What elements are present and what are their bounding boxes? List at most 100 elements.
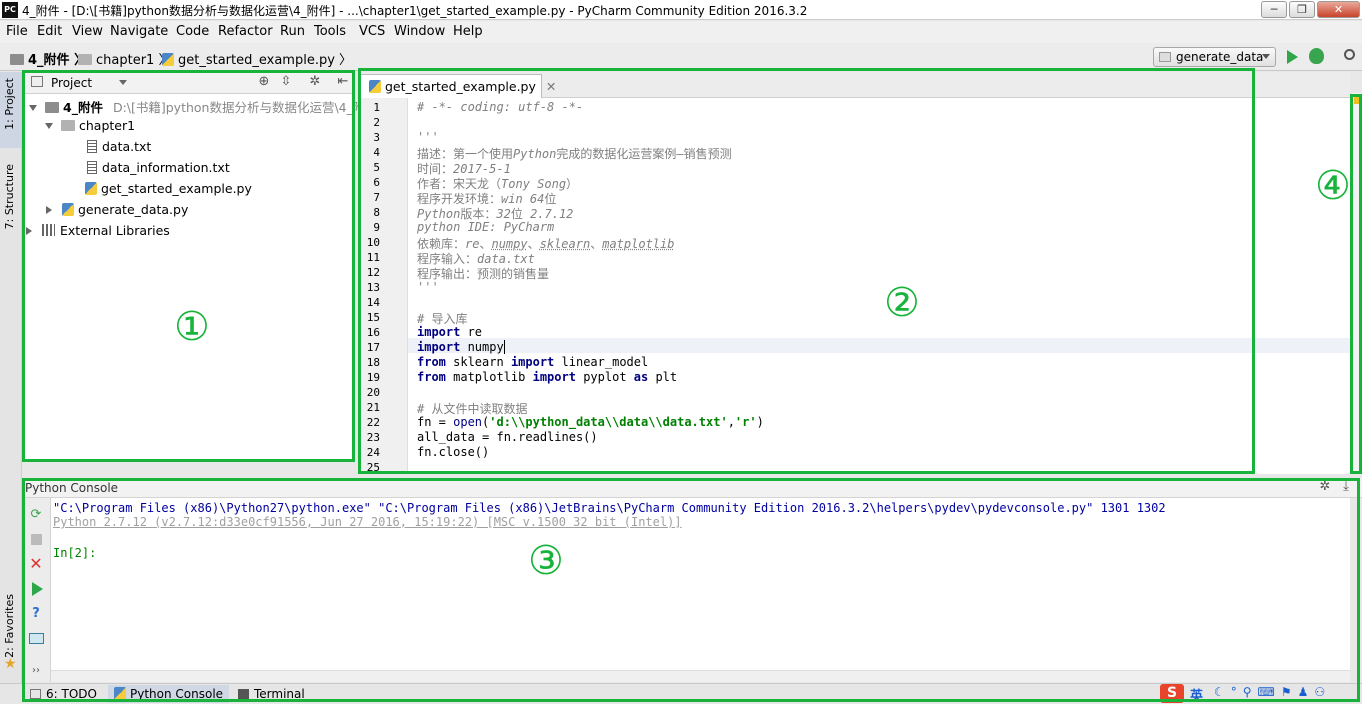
star-icon: ★ — [4, 656, 17, 672]
expand-icon[interactable] — [45, 123, 53, 129]
tree-item-generate-data[interactable]: generate_data.py — [46, 202, 188, 217]
status-bar: 6: TODO Python Console Terminal S 英 ☾°⚲⌨… — [0, 683, 1362, 704]
console-toolbar: ⟳ ✕ ? ›› — [23, 498, 51, 682]
menu-tools[interactable]: Tools — [314, 24, 346, 39]
annotation-label-2: ② — [884, 280, 920, 326]
menu-vcs[interactable]: VCS — [359, 24, 385, 39]
menu-file[interactable]: File — [6, 24, 28, 39]
ime-mode[interactable]: 英 — [1190, 685, 1203, 704]
locate-icon[interactable]: ⊕ — [257, 75, 271, 89]
collapse-icon[interactable]: ⇳ — [279, 75, 293, 89]
tab-structure[interactable]: 7: Structure — [3, 164, 16, 229]
console-header: Python Console ✲ ⤓ — [23, 478, 1362, 498]
line-number: 18 — [366, 356, 380, 369]
tree-item-external-libraries[interactable]: External Libraries — [26, 223, 170, 238]
tab-favorites[interactable]: 2: Favorites — [3, 594, 16, 658]
line-number: 11 — [366, 251, 380, 264]
project-panel: Project ⊕ ⇳ ✲ ⇤ 4_附件 D:\[书籍]python数据分析与数… — [23, 72, 378, 462]
line-number: 2 — [373, 116, 380, 129]
debug-icon[interactable] — [1309, 48, 1324, 64]
tree-item-data-information[interactable]: data_information.txt — [87, 160, 230, 175]
tree-item-chapter1[interactable]: chapter1 — [45, 118, 135, 133]
code-line: all_data = fn.readlines() — [417, 430, 598, 444]
tab-get-started-example[interactable]: get_started_example.py ✕ — [360, 74, 556, 98]
line-number: 24 — [366, 446, 380, 459]
code-line: import numpy — [417, 340, 505, 354]
menu-navigate[interactable]: Navigate — [110, 24, 168, 39]
tree-root[interactable]: 4_附件 D:\[书籍]python数据分析与数据化运营\4_附件 — [29, 97, 378, 116]
folder-icon — [78, 54, 92, 65]
console-scrollbar[interactable] — [51, 670, 1350, 682]
stop-icon[interactable] — [31, 534, 42, 545]
restore-button[interactable]: ❐ — [1289, 1, 1315, 18]
warning-marker[interactable] — [1354, 97, 1361, 104]
minimize-button[interactable]: ─ — [1261, 1, 1287, 18]
line-number: 19 — [366, 371, 380, 384]
ime-logo-icon: S — [1160, 684, 1184, 703]
code-line: from sklearn import linear_model — [417, 355, 649, 369]
line-number: 25 — [366, 461, 380, 474]
tree-item-data-txt[interactable]: data.txt — [87, 139, 151, 154]
tree-item-get-started[interactable]: get_started_example.py — [85, 181, 252, 196]
menu-help[interactable]: Help — [453, 24, 483, 39]
ime-tools-icon[interactable]: ☾°⚲⌨⚑♟⚇ — [1214, 685, 1331, 699]
line-number: 12 — [366, 266, 380, 279]
breadcrumb-file[interactable]: get_started_example.py 〉 — [162, 49, 352, 68]
expand-icon[interactable] — [46, 206, 52, 214]
code-line: import re — [417, 325, 483, 339]
tab-python-console[interactable]: Python Console — [108, 685, 230, 703]
hide-icon[interactable]: ⇤ — [336, 75, 350, 89]
gear-icon[interactable]: ✲ — [308, 75, 322, 89]
menu-refactor[interactable]: Refactor — [218, 24, 273, 39]
folder-icon — [45, 102, 59, 113]
line-number: 7 — [373, 191, 380, 204]
line-number: 15 — [366, 311, 380, 324]
variables-icon[interactable] — [29, 633, 44, 644]
menu-code[interactable]: Code — [176, 24, 209, 39]
console-prompt[interactable]: In[2]: — [53, 546, 96, 560]
code-line: python IDE: PyCharm — [417, 220, 555, 234]
close-button[interactable]: ✕ — [1317, 1, 1360, 18]
menu-run[interactable]: Run — [280, 24, 305, 39]
line-number: 23 — [366, 431, 380, 444]
run-icon[interactable] — [1287, 50, 1298, 64]
editor-panel: get_started_example.py ✕ 1 2 3 4 5 6 7 8… — [358, 72, 1350, 474]
breadcrumb-folder[interactable]: chapter1 〉 — [78, 49, 171, 68]
line-number: 3 — [373, 131, 380, 144]
console-command: "C:\Program Files (x86)\Python27\python.… — [53, 501, 1166, 515]
text-file-icon — [87, 161, 97, 174]
expand-icon[interactable] — [26, 227, 32, 235]
search-icon[interactable] — [1344, 49, 1355, 60]
tab-todo[interactable]: 6: TODO — [30, 687, 97, 701]
tab-terminal[interactable]: Terminal — [238, 687, 305, 701]
menu-edit[interactable]: Edit — [37, 24, 62, 39]
error-stripe[interactable] — [1351, 93, 1362, 474]
close-icon[interactable]: ✕ — [29, 556, 43, 572]
breadcrumb-root[interactable]: 4_附件 〉 — [10, 49, 87, 68]
project-view-select[interactable]: Project — [51, 76, 92, 90]
run-config-select[interactable]: generate_data — [1153, 47, 1276, 67]
line-number: 5 — [373, 161, 380, 174]
expand-icon[interactable] — [29, 105, 37, 111]
gear-icon[interactable]: ✲ — [1318, 480, 1332, 494]
hide-icon[interactable]: ⤓ — [1339, 480, 1353, 494]
breadcrumb: 4_附件 〉 chapter1 〉 get_started_example.py… — [0, 43, 1362, 71]
tab-project[interactable]: 1: Project — [3, 78, 16, 130]
menu-view[interactable]: View — [72, 24, 103, 39]
chevron-down-icon[interactable] — [119, 80, 127, 85]
execute-icon[interactable] — [32, 582, 43, 596]
code-line: fn.close() — [417, 445, 490, 459]
annotation-label-3: ③ — [528, 538, 564, 584]
console-output[interactable]: "C:\Program Files (x86)\Python27\python.… — [51, 498, 1350, 682]
help-icon[interactable]: ? — [29, 607, 43, 621]
rerun-icon[interactable]: ⟳ — [29, 508, 43, 522]
line-number: 1 — [373, 101, 380, 114]
close-tab-icon[interactable]: ✕ — [546, 79, 556, 94]
more-icon[interactable]: ›› — [29, 664, 43, 678]
line-number: 14 — [366, 296, 380, 309]
python-file-icon — [369, 80, 381, 93]
line-number: 4 — [373, 146, 380, 159]
annotation-label-1: ① — [174, 304, 210, 350]
code-line: fn = open('d:\\python_data\\data\\data.t… — [417, 415, 764, 429]
menu-window[interactable]: Window — [394, 24, 445, 39]
